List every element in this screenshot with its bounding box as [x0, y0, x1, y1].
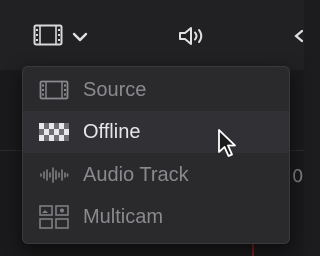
menu-item-label: Offline [83, 121, 141, 143]
clip-display-button[interactable] [33, 22, 63, 52]
menu-item-label: Source [83, 79, 147, 101]
menu-item-audio-track[interactable]: Audio Track [23, 154, 289, 196]
waveform-icon [37, 163, 71, 187]
viewer-toolbar [0, 0, 304, 70]
mouse-pointer-icon [217, 128, 239, 162]
clip-display-dropdown-menu: Source Offline Audio Track Multicam [22, 66, 290, 244]
menu-item-multicam[interactable]: Multicam [23, 196, 289, 238]
menu-item-source[interactable]: Source [23, 69, 289, 111]
menu-item-label: Multicam [83, 206, 164, 228]
film-frame-icon [37, 78, 71, 102]
checkerboard-icon [37, 120, 71, 144]
timecode-fragment: 0 [292, 166, 304, 187]
chevron-down-icon[interactable] [72, 28, 88, 47]
partial-left-chevron-icon[interactable] [293, 28, 304, 47]
menu-item-offline[interactable]: Offline [23, 111, 289, 153]
menu-item-label: Audio Track [83, 164, 189, 186]
multicam-grid-icon [37, 205, 71, 229]
film-frame-icon [33, 24, 63, 50]
speaker-icon[interactable] [176, 24, 208, 52]
